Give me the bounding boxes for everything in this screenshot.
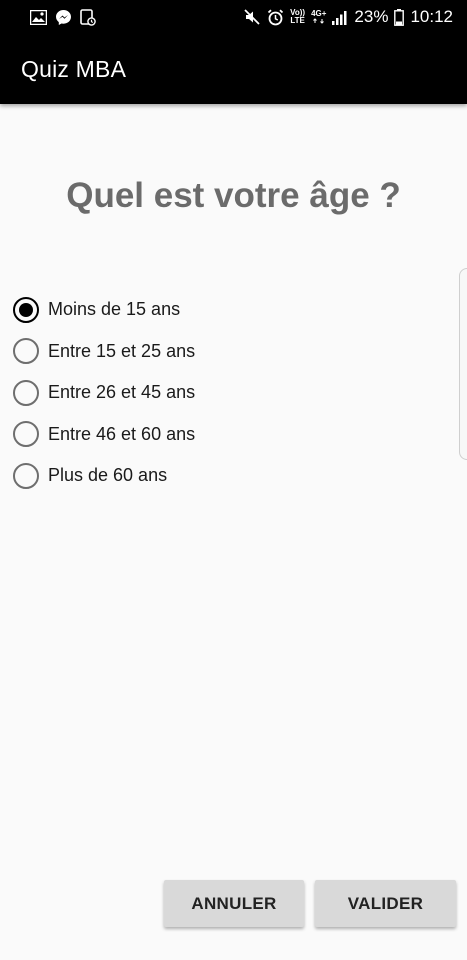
signal-icon xyxy=(332,10,348,25)
edge-panel-handle[interactable] xyxy=(459,268,467,460)
battery-icon xyxy=(394,8,405,26)
radio-button[interactable] xyxy=(13,379,39,406)
radio-option-15-25[interactable]: Entre 15 et 25 ans xyxy=(13,331,195,373)
radio-option-46-60[interactable]: Entre 46 et 60 ans xyxy=(13,414,195,456)
app-title: Quiz MBA xyxy=(21,55,127,82)
alarm-icon xyxy=(267,9,284,26)
radio-option-label: Entre 15 et 25 ans xyxy=(48,340,196,361)
clock: 10:12 xyxy=(410,7,453,26)
mute-icon xyxy=(244,9,261,25)
validate-button[interactable]: VALIDER xyxy=(315,880,456,927)
volte-icon: Vo)) LTE xyxy=(290,8,306,25)
radio-button[interactable] xyxy=(13,421,39,448)
age-radio-group: Moins de 15 ans Entre 15 et 25 ans Entre… xyxy=(13,289,195,497)
radio-option-label: Entre 26 et 45 ans xyxy=(48,382,196,403)
radio-button[interactable] xyxy=(13,462,39,489)
question-title: Quel est votre âge ? xyxy=(66,176,401,215)
image-icon xyxy=(30,9,47,25)
radio-button[interactable] xyxy=(13,296,39,323)
radio-option-label: Entre 46 et 60 ans xyxy=(48,423,196,444)
cancel-button[interactable]: ANNULER xyxy=(164,880,304,927)
screenshot-icon xyxy=(80,8,96,26)
radio-option-label: Plus de 60 ans xyxy=(48,465,168,486)
4g-icon: 4G+ xyxy=(311,10,326,24)
status-bar: Vo)) LTE 4G+ 23% 10:12 xyxy=(0,0,467,34)
status-bar-right: Vo)) LTE 4G+ 23% 10:12 xyxy=(244,7,453,27)
radio-option-26-45[interactable]: Entre 26 et 45 ans xyxy=(13,372,195,414)
app-bar: Quiz MBA xyxy=(0,34,467,104)
status-bar-left xyxy=(30,8,96,26)
messenger-icon xyxy=(55,9,72,26)
radio-option-over-60[interactable]: Plus de 60 ans xyxy=(13,455,195,497)
radio-option-label: Moins de 15 ans xyxy=(48,299,181,320)
battery-percentage: 23% xyxy=(354,7,389,26)
radio-button[interactable] xyxy=(13,338,39,365)
radio-option-under-15[interactable]: Moins de 15 ans xyxy=(13,289,195,331)
